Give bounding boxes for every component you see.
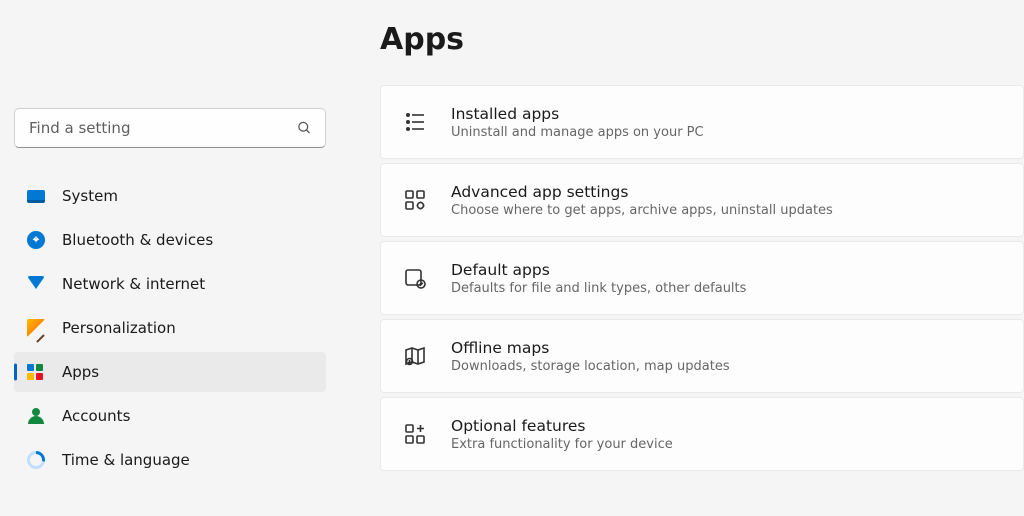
card-title: Default apps bbox=[451, 261, 746, 279]
optional-features-icon bbox=[403, 422, 427, 446]
apps-icon bbox=[26, 362, 46, 382]
search-wrap bbox=[14, 108, 326, 148]
sidebar-item-system[interactable]: System bbox=[14, 176, 326, 216]
sidebar-item-bluetooth[interactable]: ⌖ Bluetooth & devices bbox=[14, 220, 326, 260]
main-panel: Apps Installed apps Uninstall and manage… bbox=[340, 0, 1024, 516]
card-installed-apps[interactable]: Installed apps Uninstall and manage apps… bbox=[380, 85, 1024, 159]
sidebar-item-label: Time & language bbox=[62, 451, 190, 469]
sidebar-item-time-language[interactable]: Time & language bbox=[14, 440, 326, 480]
default-apps-icon bbox=[403, 266, 427, 290]
card-default-apps[interactable]: Default apps Defaults for file and link … bbox=[380, 241, 1024, 315]
sidebar-item-personalization[interactable]: Personalization bbox=[14, 308, 326, 348]
card-optional-features[interactable]: Optional features Extra functionality fo… bbox=[380, 397, 1024, 471]
card-title: Optional features bbox=[451, 417, 673, 435]
advanced-settings-icon bbox=[403, 188, 427, 212]
search-input[interactable] bbox=[14, 108, 326, 148]
settings-cards: Installed apps Uninstall and manage apps… bbox=[380, 85, 1024, 471]
system-icon bbox=[26, 186, 46, 206]
sidebar-item-accounts[interactable]: Accounts bbox=[14, 396, 326, 436]
map-icon bbox=[403, 344, 427, 368]
sidebar-item-label: Bluetooth & devices bbox=[62, 231, 213, 249]
card-advanced-app-settings[interactable]: Advanced app settings Choose where to ge… bbox=[380, 163, 1024, 237]
sidebar-item-apps[interactable]: Apps bbox=[14, 352, 326, 392]
bluetooth-icon: ⌖ bbox=[26, 230, 46, 250]
sidebar-item-network[interactable]: Network & internet bbox=[14, 264, 326, 304]
sidebar-item-label: Accounts bbox=[62, 407, 130, 425]
wifi-icon bbox=[26, 274, 46, 294]
sidebar: System ⌖ Bluetooth & devices Network & i… bbox=[0, 0, 340, 516]
installed-apps-icon bbox=[403, 110, 427, 134]
page-title: Apps bbox=[380, 22, 1024, 57]
sidebar-item-label: Network & internet bbox=[62, 275, 205, 293]
card-subtitle: Defaults for file and link types, other … bbox=[451, 281, 746, 296]
sidebar-item-label: Apps bbox=[62, 363, 99, 381]
paintbrush-icon bbox=[26, 318, 46, 338]
card-offline-maps[interactable]: Offline maps Downloads, storage location… bbox=[380, 319, 1024, 393]
search-icon bbox=[297, 121, 312, 136]
person-icon bbox=[26, 406, 46, 426]
clock-globe-icon bbox=[26, 450, 46, 470]
card-subtitle: Extra functionality for your device bbox=[451, 437, 673, 452]
sidebar-item-label: Personalization bbox=[62, 319, 176, 337]
card-subtitle: Downloads, storage location, map updates bbox=[451, 359, 730, 374]
card-subtitle: Choose where to get apps, archive apps, … bbox=[451, 203, 833, 218]
card-title: Advanced app settings bbox=[451, 183, 833, 201]
card-title: Offline maps bbox=[451, 339, 730, 357]
card-subtitle: Uninstall and manage apps on your PC bbox=[451, 125, 704, 140]
sidebar-item-label: System bbox=[62, 187, 118, 205]
card-title: Installed apps bbox=[451, 105, 704, 123]
nav-list: System ⌖ Bluetooth & devices Network & i… bbox=[14, 176, 326, 480]
